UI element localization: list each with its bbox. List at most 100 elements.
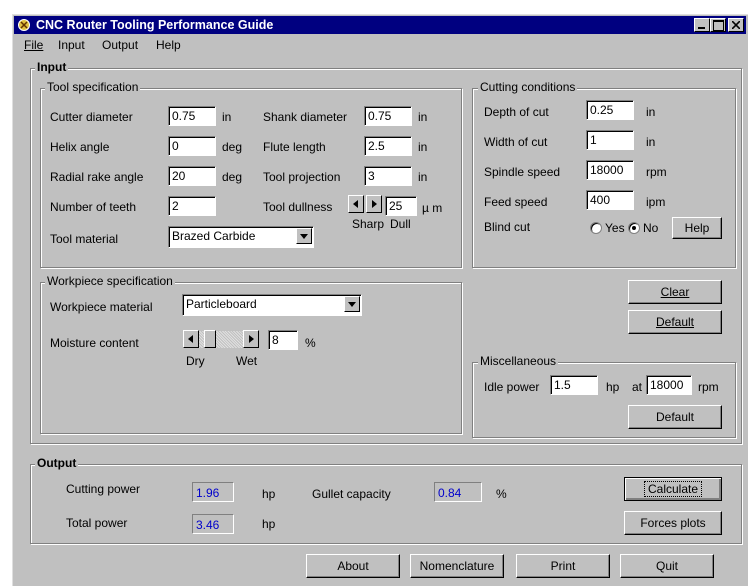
tool-spec-title: Tool specification xyxy=(45,80,141,94)
flute-length-unit: in xyxy=(418,140,428,154)
cutting-conditions-title: Cutting conditions xyxy=(478,80,578,94)
menu-help[interactable]: Help xyxy=(156,38,181,52)
workpiece-material-label: Workpiece material xyxy=(50,300,153,314)
menu-file[interactable]: File xyxy=(24,38,43,52)
default-button[interactable]: Default xyxy=(628,310,722,334)
shank-diameter-input[interactable]: 0.75 xyxy=(364,106,412,126)
flute-length-input[interactable]: 2.5 xyxy=(364,136,412,156)
idle-power-at: at xyxy=(632,380,643,394)
moisture-increase-button[interactable] xyxy=(243,330,259,348)
clear-button[interactable]: Clear xyxy=(628,280,722,304)
misc-title: Miscellaneous xyxy=(478,354,559,368)
dullness-label: Tool dullness xyxy=(263,200,333,214)
total-power-value: 3.46 xyxy=(192,514,234,534)
feed-unit: ipm xyxy=(646,195,666,209)
blind-cut-yes-label[interactable]: Yes xyxy=(605,221,625,235)
total-power-label: Total power xyxy=(66,516,128,530)
forces-plots-button[interactable]: Forces plots xyxy=(624,511,722,535)
workpiece-material-value: Particleboard xyxy=(186,297,257,311)
radio-selected-dot xyxy=(632,226,636,230)
dullness-decrease-button[interactable] xyxy=(348,195,364,213)
depth-unit: in xyxy=(646,105,656,119)
spindle-label: Spindle speed xyxy=(484,165,561,179)
maximize-icon xyxy=(713,20,724,31)
shank-diameter-unit: in xyxy=(418,110,428,124)
width-label: Width of cut xyxy=(484,135,548,149)
about-button[interactable]: About xyxy=(306,554,400,578)
arrow-left-icon xyxy=(188,335,193,343)
cutter-diameter-label: Cutter diameter xyxy=(50,110,133,124)
width-unit: in xyxy=(646,135,656,149)
chevron-down-icon[interactable] xyxy=(344,296,360,312)
moisture-label: Moisture content xyxy=(50,336,139,350)
helix-angle-input[interactable]: 0 xyxy=(168,136,216,156)
projection-input[interactable]: 3 xyxy=(364,166,412,186)
idle-rpm-unit: rpm xyxy=(698,380,719,394)
output-group-title: Output xyxy=(35,456,79,470)
depth-label: Depth of cut xyxy=(484,105,549,119)
radial-rake-label: Radial rake angle xyxy=(50,170,144,184)
spindle-input[interactable]: 18000 xyxy=(586,160,634,180)
feed-input[interactable]: 400 xyxy=(586,190,634,210)
cutter-diameter-unit: in xyxy=(222,110,232,124)
arrow-right-icon xyxy=(372,200,377,208)
dullness-increase-button[interactable] xyxy=(366,195,382,213)
gullet-value: 0.84 xyxy=(434,482,482,502)
projection-label: Tool projection xyxy=(263,170,341,184)
misc-default-button[interactable]: Default xyxy=(628,405,722,429)
chevron-down-icon[interactable] xyxy=(296,228,312,244)
width-input[interactable]: 1 xyxy=(586,130,634,150)
menu-output[interactable]: Output xyxy=(102,38,138,52)
menu-input[interactable]: Input xyxy=(58,38,85,52)
close-button[interactable] xyxy=(728,18,744,32)
idle-power-label: Idle power xyxy=(484,380,540,394)
input-group-title: Input xyxy=(35,60,69,74)
cutter-diameter-input[interactable]: 0.75 xyxy=(168,106,216,126)
print-button[interactable]: Print xyxy=(516,554,610,578)
arrow-left-icon xyxy=(353,200,358,208)
workpiece-title: Workpiece specification xyxy=(45,274,175,288)
blind-cut-yes-radio[interactable] xyxy=(590,222,602,234)
moisture-unit: % xyxy=(305,336,316,350)
gullet-unit: % xyxy=(496,487,507,501)
maximize-button[interactable] xyxy=(710,18,726,32)
spindle-unit: rpm xyxy=(646,165,667,179)
dullness-input[interactable]: 25 xyxy=(385,196,417,216)
nomenclature-button[interactable]: Nomenclature xyxy=(410,554,504,578)
radial-rake-unit: deg xyxy=(222,170,243,184)
idle-power-unit: hp xyxy=(606,380,620,394)
minimize-icon xyxy=(698,27,705,29)
idle-rpm-input[interactable]: 18000 xyxy=(646,375,692,395)
close-icon xyxy=(732,21,740,29)
radial-rake-input[interactable]: 20 xyxy=(168,166,216,186)
blind-cut-no-label[interactable]: No xyxy=(643,221,658,235)
title-bar[interactable]: CNC Router Tooling Performance Guide xyxy=(14,16,746,34)
teeth-label: Number of teeth xyxy=(50,200,137,214)
tool-material-label: Tool material xyxy=(50,232,119,246)
arrow-right-icon xyxy=(249,335,254,343)
minimize-button[interactable] xyxy=(694,18,710,32)
moisture-decrease-button[interactable] xyxy=(183,330,199,348)
projection-unit: in xyxy=(418,170,428,184)
teeth-input[interactable]: 2 xyxy=(168,196,216,216)
blind-cut-no-radio[interactable] xyxy=(628,222,640,234)
tool-material-select[interactable]: Brazed Carbide xyxy=(168,226,314,248)
tool-material-value: Brazed Carbide xyxy=(172,229,256,243)
dullness-unit: µ m xyxy=(422,201,443,215)
idle-power-input[interactable]: 1.5 xyxy=(550,375,598,395)
depth-input[interactable]: 0.25 xyxy=(586,100,634,120)
moisture-slider-thumb[interactable] xyxy=(204,330,216,348)
quit-button[interactable]: Quit xyxy=(620,554,714,578)
help-button[interactable]: Help xyxy=(672,217,722,239)
moisture-min-label: Dry xyxy=(186,354,205,368)
cutting-power-label: Cutting power xyxy=(66,482,141,496)
workpiece-material-select[interactable]: Particleboard xyxy=(182,294,362,316)
window-title: CNC Router Tooling Performance Guide xyxy=(36,18,274,32)
moisture-max-label: Wet xyxy=(236,354,258,368)
dullness-max-label: Dull xyxy=(390,217,411,231)
calculate-button[interactable]: Calculate xyxy=(624,477,722,501)
total-power-unit: hp xyxy=(262,517,276,531)
moisture-input[interactable]: 8 xyxy=(268,330,298,350)
helix-angle-unit: deg xyxy=(222,140,243,154)
app-icon xyxy=(18,19,30,31)
